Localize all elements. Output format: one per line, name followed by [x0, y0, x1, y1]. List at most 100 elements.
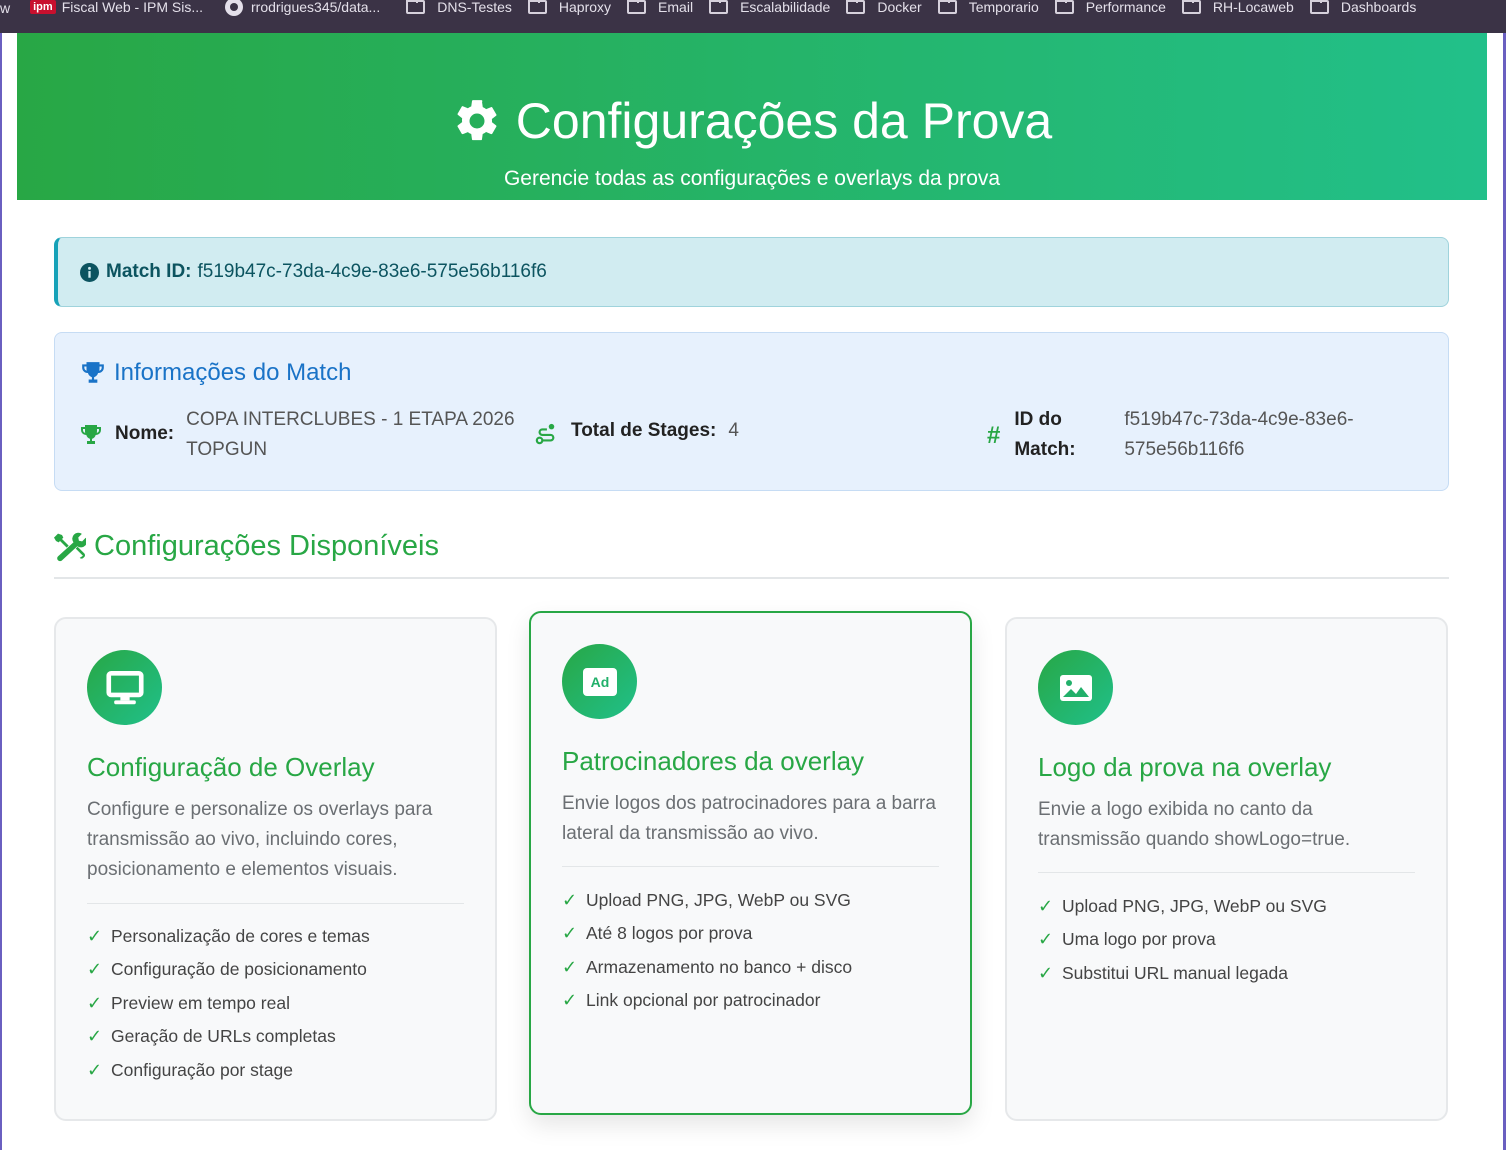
bookmark-folder-temporario[interactable]: Temporario — [937, 0, 1051, 15]
feature-item: ✓ Upload PNG, JPG, WebP ou SVG — [562, 884, 852, 917]
card-divider — [562, 866, 939, 867]
match-id-field-label: ID do — [1014, 409, 1062, 430]
folder-icon — [1054, 0, 1074, 14]
gear-icon — [457, 100, 497, 141]
bookmark-label: DNS-Testes — [437, 0, 512, 15]
folder-icon — [406, 0, 426, 14]
check-icon: ✓ — [562, 890, 578, 910]
card-overlay-logo[interactable]: Logo da prova na overlay Envie a logo ex… — [1005, 617, 1448, 1121]
section-title: Configurações Disponíveis — [54, 530, 439, 563]
trophy-icon — [82, 362, 104, 383]
check-icon: ✓ — [87, 959, 103, 980]
feature-text: Configuração por stage — [111, 1059, 293, 1080]
bookmark-label: Docker — [877, 0, 922, 15]
bookmark-folder-haproxy[interactable]: Haproxy — [527, 0, 623, 15]
folder-icon — [1309, 0, 1329, 14]
check-icon: ✓ — [87, 926, 103, 946]
match-name-label: Nome: — [115, 423, 175, 444]
card-description: Envie logos dos patrocinadores para a ba… — [562, 793, 936, 844]
folder-icon — [846, 0, 866, 14]
bookmark-label: Temporario — [968, 0, 1039, 15]
card-overlay-sponsors[interactable]: Ad Patrocinadores da overlay Envie logos… — [529, 611, 972, 1115]
feature-text: Link opcional por patrocinador — [586, 990, 821, 1011]
card-feature-list: ✓ Personalização de cores e temas ✓ Config… — [87, 920, 370, 1087]
section-divider — [54, 577, 1449, 579]
total-stages-field: Total de Stages: 4 — [535, 420, 739, 445]
ad-icon: Ad — [582, 667, 617, 696]
bookmark-folder-email[interactable]: Email — [627, 0, 705, 15]
bookmark-label: Fiscal Web - IPM Sis... — [61, 0, 204, 15]
image-icon — [1059, 674, 1092, 701]
check-icon: ✓ — [87, 992, 103, 1013]
bookmark-label: rrodrigues345/data... — [251, 0, 381, 15]
folder-icon — [627, 0, 647, 14]
bookmark-label: RH-Locaweb — [1212, 0, 1294, 15]
feature-item: ✓ Upload PNG, JPG, WebP ou SVG — [1038, 890, 1327, 923]
card-divider — [1038, 872, 1415, 873]
section-title-text: Configurações Disponíveis — [94, 530, 439, 562]
feature-text: Configuração de posicionamento — [111, 959, 367, 980]
feature-text: Geração de URLs completas — [111, 1026, 336, 1047]
card-description: Envie a logo exibida no canto da transmi… — [1038, 799, 1351, 850]
feature-item: ✓ Configuração de posicionamento — [87, 953, 370, 986]
bookmark-folder-escalabilidade[interactable]: Escalabilidade — [709, 0, 842, 15]
card-title: Logo da prova na overlay — [1038, 752, 1332, 782]
bookmark-folder-dashboards[interactable]: Dashboards — [1309, 0, 1429, 15]
ipm-icon: ipm — [30, 0, 56, 14]
match-info-title-text: Informações do Match — [114, 359, 352, 386]
card-description: Configure e personalize os overlays para… — [87, 799, 433, 880]
route-icon — [535, 423, 555, 445]
bookmark-label: Escalabilidade — [740, 0, 831, 15]
check-icon: ✓ — [562, 956, 578, 977]
card-feature-list: ✓ Upload PNG, JPG, WebP ou SVG ✓ Uma logo … — [1038, 890, 1327, 990]
feature-item: ✓ Substitui URL manual legada — [1038, 957, 1327, 990]
check-icon: ✓ — [562, 990, 578, 1011]
feature-item: ✓ Armazenamento no banco + disco — [562, 951, 852, 984]
feature-text: Preview em tempo real — [111, 992, 290, 1013]
check-icon: ✓ — [87, 1026, 103, 1047]
feature-text: Personalização de cores e temas — [111, 926, 370, 946]
bookmark-fiscal-web[interactable]: ipm Fiscal Web - IPM Sis... — [30, 0, 215, 15]
match-id-field: # ID do Match: f519b47c-73da-4c9e-83e6- … — [987, 405, 1354, 465]
match-id-field-label-cont: Match: — [1014, 439, 1076, 460]
feature-text: Upload PNG, JPG, WebP ou SVG — [586, 890, 851, 910]
check-icon: ✓ — [562, 923, 578, 944]
card-badge — [1038, 650, 1113, 725]
page-title: Configurações da Prova — [17, 91, 1487, 151]
feature-item: ✓ Geração de URLs completas — [87, 1020, 370, 1053]
check-icon: ✓ — [1038, 896, 1054, 916]
match-id-value: f519b47c-73da-4c9e-83e6-575e56b116f6 — [197, 261, 547, 282]
page-header: Configurações da Prova Gerencie todas as… — [17, 33, 1487, 200]
bookmark-folder-dns-testes[interactable]: DNS-Testes — [406, 0, 524, 15]
total-stages-label: Total de Stages: — [571, 420, 717, 441]
card-overlay-config[interactable]: Configuração de Overlay Configure e pers… — [54, 617, 497, 1121]
bookmark-folder-rh-locaweb[interactable]: RH-Locaweb — [1181, 0, 1306, 15]
card-divider — [87, 903, 464, 904]
bookmarks-bar: w ipm Fiscal Web - IPM Sis... rrodrigues… — [0, 0, 1506, 33]
feature-text: Até 8 logos por prova — [586, 923, 753, 944]
feature-text: Uma logo por prova — [1062, 929, 1216, 950]
match-name-value: COPA INTERCLUBES - 1 ETAPA 2026 — [186, 409, 515, 430]
match-id-field-value-cont: 575e56b116f6 — [1124, 439, 1245, 460]
bookmark-folder-performance[interactable]: Performance — [1054, 0, 1178, 15]
feature-item: ✓ Preview em tempo real — [87, 987, 370, 1020]
check-icon: ✓ — [1038, 962, 1054, 983]
card-title: Configuração de Overlay — [87, 752, 375, 782]
bookmark-folder-docker[interactable]: Docker — [846, 0, 933, 15]
feature-item: ✓ Até 8 logos por prova — [562, 917, 852, 950]
tools-icon — [54, 532, 86, 561]
card-badge: Ad — [562, 644, 637, 719]
info-circle-icon — [80, 262, 99, 282]
folder-icon — [1181, 0, 1201, 14]
folder-icon — [527, 0, 547, 14]
match-id-alert: Match ID: f519b47c-73da-4c9e-83e6-575e56… — [54, 237, 1449, 307]
feature-text: Upload PNG, JPG, WebP ou SVG — [1062, 896, 1327, 916]
hash-icon: # — [987, 422, 1001, 449]
bookmark-label: Haproxy — [558, 0, 612, 15]
bookmark-edge-label[interactable]: w — [0, 0, 10, 16]
folder-icon — [709, 0, 729, 14]
match-info-title: Informações do Match — [80, 359, 351, 387]
bookmark-github-repo[interactable]: rrodrigues345/data... — [225, 0, 392, 16]
check-icon: ✓ — [1038, 929, 1054, 950]
page-title-text: Configurações da Prova — [515, 93, 1053, 149]
